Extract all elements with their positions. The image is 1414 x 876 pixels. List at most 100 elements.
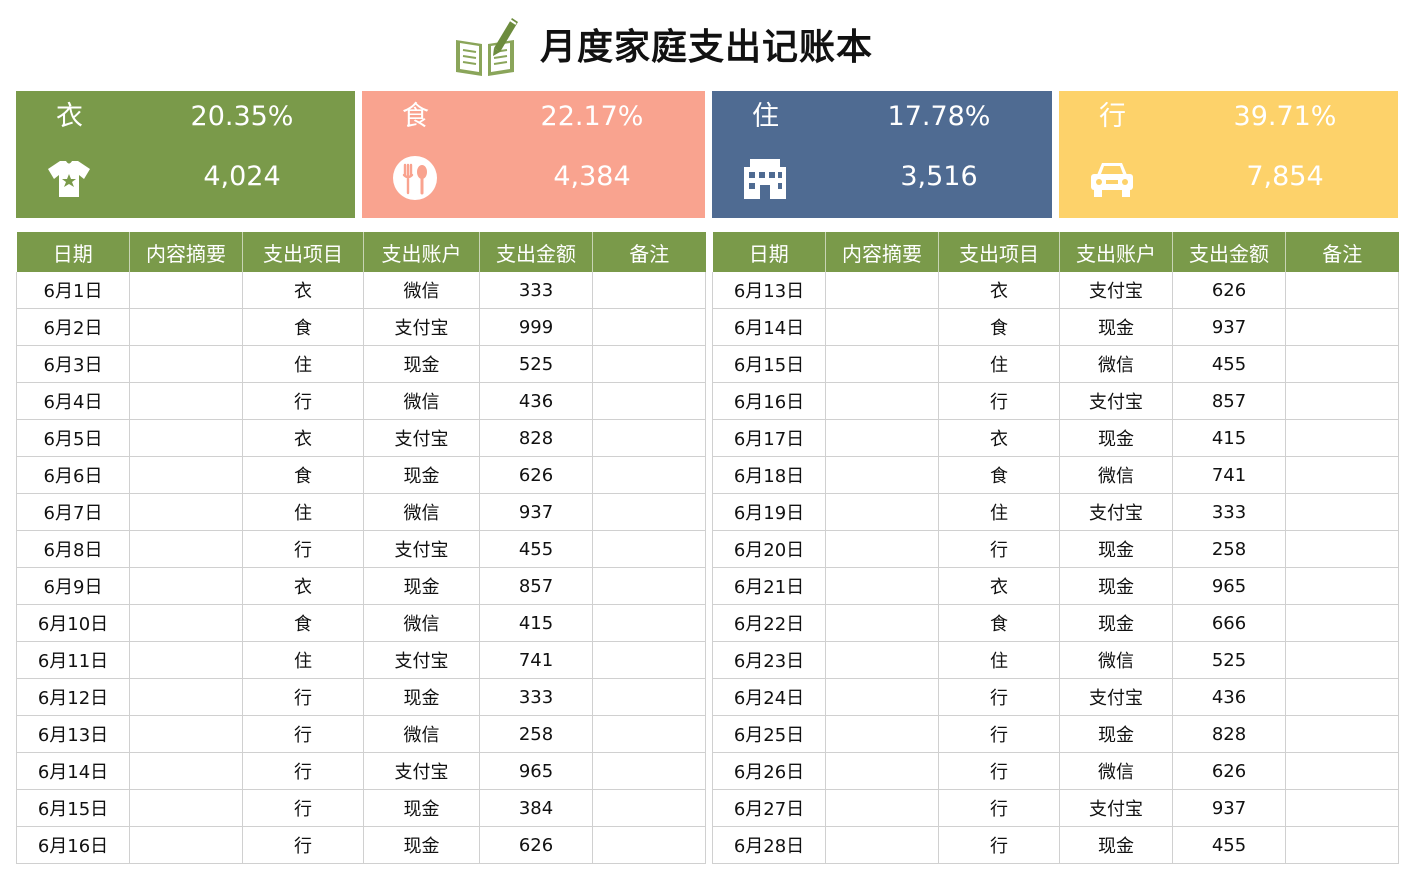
cell-note[interactable] [1285, 456, 1399, 494]
cell-account[interactable]: 现金 [1059, 567, 1173, 605]
cell-category[interactable]: 行 [938, 826, 1060, 864]
cell-account[interactable]: 支付宝 [363, 530, 480, 568]
cell-category[interactable]: 住 [242, 345, 364, 383]
cell-amount[interactable]: 258 [1172, 530, 1286, 568]
cell-account[interactable]: 微信 [363, 272, 480, 309]
cell-date[interactable]: 6月9日 [16, 567, 130, 605]
cell-account[interactable]: 现金 [363, 789, 480, 827]
cell-amount[interactable]: 333 [479, 272, 593, 309]
column-header-date[interactable]: 日期 [712, 232, 826, 272]
cell-date[interactable]: 6月6日 [16, 456, 130, 494]
cell-note[interactable] [592, 678, 706, 716]
cell-amount[interactable]: 666 [1172, 604, 1286, 642]
cell-category[interactable]: 住 [938, 345, 1060, 383]
cell-date[interactable]: 6月26日 [712, 752, 826, 790]
column-header-account[interactable]: 支出账户 [1059, 232, 1173, 272]
cell-amount[interactable]: 999 [479, 308, 593, 346]
cell-account[interactable]: 微信 [1059, 641, 1173, 679]
cell-category[interactable]: 食 [938, 604, 1060, 642]
cell-amount[interactable]: 436 [479, 382, 593, 420]
cell-amount[interactable]: 333 [1172, 493, 1286, 531]
cell-amount[interactable]: 415 [1172, 419, 1286, 457]
cell-note[interactable] [1285, 530, 1399, 568]
cell-note[interactable] [592, 641, 706, 679]
cell-category[interactable]: 行 [242, 715, 364, 753]
cell-date[interactable]: 6月25日 [712, 715, 826, 753]
cell-account[interactable]: 现金 [1059, 308, 1173, 346]
cell-note[interactable] [1285, 604, 1399, 642]
cell-category[interactable]: 食 [242, 604, 364, 642]
cell-amount[interactable]: 857 [479, 567, 593, 605]
cell-note[interactable] [1285, 345, 1399, 383]
column-header-category[interactable]: 支出项目 [938, 232, 1060, 272]
cell-category[interactable]: 衣 [938, 567, 1060, 605]
cell-amount[interactable]: 525 [1172, 641, 1286, 679]
cell-summary[interactable] [825, 567, 939, 605]
cell-account[interactable]: 支付宝 [1059, 493, 1173, 531]
cell-category[interactable]: 住 [938, 641, 1060, 679]
cell-note[interactable] [592, 530, 706, 568]
cell-amount[interactable]: 741 [479, 641, 593, 679]
cell-date[interactable]: 6月15日 [16, 789, 130, 827]
column-header-note[interactable]: 备注 [1285, 232, 1399, 272]
cell-account[interactable]: 支付宝 [363, 752, 480, 790]
cell-category[interactable]: 行 [242, 678, 364, 716]
cell-amount[interactable]: 455 [1172, 826, 1286, 864]
cell-account[interactable]: 现金 [363, 567, 480, 605]
cell-date[interactable]: 6月24日 [712, 678, 826, 716]
cell-summary[interactable] [129, 604, 243, 642]
cell-summary[interactable] [825, 456, 939, 494]
cell-account[interactable]: 现金 [363, 456, 480, 494]
cell-date[interactable]: 6月16日 [16, 826, 130, 864]
column-header-summary[interactable]: 内容摘要 [129, 232, 243, 272]
cell-summary[interactable] [825, 604, 939, 642]
cell-account[interactable]: 支付宝 [1059, 382, 1173, 420]
cell-summary[interactable] [129, 752, 243, 790]
cell-account[interactable]: 微信 [1059, 752, 1173, 790]
cell-category[interactable]: 行 [242, 789, 364, 827]
cell-summary[interactable] [129, 567, 243, 605]
cell-summary[interactable] [825, 789, 939, 827]
cell-summary[interactable] [129, 530, 243, 568]
column-header-date[interactable]: 日期 [16, 232, 130, 272]
cell-summary[interactable] [825, 308, 939, 346]
cell-category[interactable]: 住 [242, 493, 364, 531]
cell-account[interactable]: 微信 [1059, 456, 1173, 494]
cell-category[interactable]: 食 [242, 456, 364, 494]
cell-amount[interactable]: 626 [479, 456, 593, 494]
cell-note[interactable] [592, 272, 706, 309]
cell-amount[interactable]: 828 [479, 419, 593, 457]
cell-date[interactable]: 6月21日 [712, 567, 826, 605]
cell-amount[interactable]: 455 [1172, 345, 1286, 383]
cell-category[interactable]: 行 [938, 789, 1060, 827]
cell-note[interactable] [592, 308, 706, 346]
cell-date[interactable]: 6月14日 [16, 752, 130, 790]
cell-account[interactable]: 支付宝 [1059, 678, 1173, 716]
cell-category[interactable]: 行 [938, 752, 1060, 790]
cell-amount[interactable]: 436 [1172, 678, 1286, 716]
cell-amount[interactable]: 384 [479, 789, 593, 827]
cell-account[interactable]: 现金 [1059, 530, 1173, 568]
cell-date[interactable]: 6月28日 [712, 826, 826, 864]
cell-amount[interactable]: 741 [1172, 456, 1286, 494]
cell-note[interactable] [1285, 308, 1399, 346]
column-header-amount[interactable]: 支出金额 [479, 232, 593, 272]
cell-amount[interactable]: 415 [479, 604, 593, 642]
cell-note[interactable] [1285, 382, 1399, 420]
cell-amount[interactable]: 525 [479, 345, 593, 383]
cell-account[interactable]: 现金 [363, 826, 480, 864]
cell-note[interactable] [1285, 752, 1399, 790]
cell-note[interactable] [1285, 567, 1399, 605]
cell-note[interactable] [592, 715, 706, 753]
cell-date[interactable]: 6月13日 [16, 715, 130, 753]
cell-date[interactable]: 6月4日 [16, 382, 130, 420]
cell-category[interactable]: 行 [242, 752, 364, 790]
cell-amount[interactable]: 828 [1172, 715, 1286, 753]
column-header-amount[interactable]: 支出金额 [1172, 232, 1286, 272]
cell-summary[interactable] [825, 715, 939, 753]
cell-note[interactable] [592, 567, 706, 605]
cell-note[interactable] [592, 604, 706, 642]
cell-amount[interactable]: 857 [1172, 382, 1286, 420]
cell-amount[interactable]: 626 [1172, 752, 1286, 790]
cell-summary[interactable] [825, 493, 939, 531]
